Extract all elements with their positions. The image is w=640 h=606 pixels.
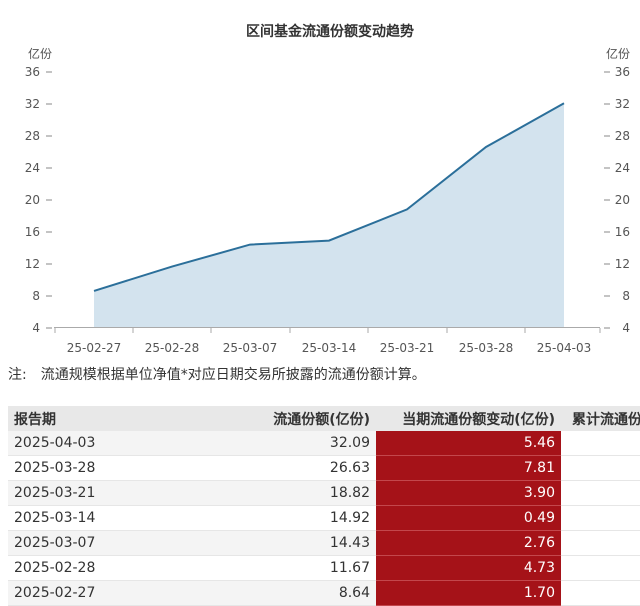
y-tick-label-left: 12: [25, 257, 40, 271]
table-row: 2025-02-28 11.67 4.73: [8, 555, 640, 581]
table-row: 2025-03-14 14.92 0.49: [8, 505, 640, 531]
cell-cumulative: [561, 480, 640, 506]
y-tick-label-left: 32: [25, 97, 40, 111]
table-row: 2025-04-03 32.09 5.46: [8, 431, 640, 456]
area-fill: [94, 103, 564, 328]
y-tick-label-left: 28: [25, 129, 40, 143]
chart-title: 区间基金流通份额变动趋势: [246, 23, 414, 40]
cell-shares: 14.92: [176, 505, 376, 531]
x-tick-label: 25-04-03: [537, 341, 591, 355]
share-table: 报告期 流通份额(亿份) 当期流通份额变动(亿份) 累计流通份 2025-04-…: [8, 406, 640, 606]
cell-change: 3.90: [376, 480, 561, 506]
cell-change: 1.70: [376, 580, 561, 606]
y-tick-label-right: 32: [615, 97, 630, 111]
table-row: 2025-03-28 26.63 7.81: [8, 455, 640, 481]
x-tick-label: 25-02-28: [145, 341, 199, 355]
x-tick-label: 25-03-21: [380, 341, 434, 355]
table-row: 2025-03-21 18.82 3.90: [8, 480, 640, 506]
cell-period: 2025-03-07: [8, 530, 176, 556]
cell-cumulative: [561, 580, 640, 606]
y-tick-label-left: 16: [25, 225, 40, 239]
cell-shares: 14.43: [176, 530, 376, 556]
header-cumulative: 累计流通份: [561, 406, 640, 431]
table-row: 2025-03-07 14.43 2.76: [8, 530, 640, 556]
y-tick-label-right: 20: [615, 193, 630, 207]
cell-period: 2025-03-28: [8, 455, 176, 481]
table-row: 2025-02-27 8.64 1.70: [8, 580, 640, 606]
header-shares: 流通份额(亿份): [176, 406, 376, 431]
x-tick-label: 25-03-14: [302, 341, 356, 355]
y-tick-label-right: 12: [615, 257, 630, 271]
table-header-row: 报告期 流通份额(亿份) 当期流通份额变动(亿份) 累计流通份: [8, 406, 640, 431]
left-axis-unit: 亿份: [28, 46, 52, 61]
cell-change: 7.81: [376, 455, 561, 481]
header-change: 当期流通份额变动(亿份): [376, 406, 561, 431]
header-period: 报告期: [8, 406, 176, 431]
y-tick-label-left: 20: [25, 193, 40, 207]
cell-period: 2025-03-21: [8, 480, 176, 506]
cell-cumulative: [561, 530, 640, 556]
share-trend-chart: 区间基金流通份额变动趋势 亿份 亿份 4 4 8 8 12 12 16 16 20 20 24 24 2…: [25, 23, 630, 355]
y-tick-label-right: 36: [615, 65, 630, 79]
cell-cumulative: [561, 555, 640, 581]
cell-change: 2.76: [376, 530, 561, 556]
cell-change: 5.46: [376, 431, 561, 456]
y-tick-label-right: 24: [615, 161, 630, 175]
cell-cumulative: [561, 455, 640, 481]
cell-period: 2025-02-27: [8, 580, 176, 606]
cell-shares: 11.67: [176, 555, 376, 581]
cell-period: 2025-02-28: [8, 555, 176, 581]
footnote-text: 流通规模根据单位净值*对应日期交易所披露的流通份额计算。: [40, 367, 426, 383]
cell-shares: 8.64: [176, 580, 376, 606]
y-tick-label-left: 8: [32, 289, 40, 303]
cell-shares: 32.09: [176, 431, 376, 456]
y-tick-label-right: 16: [615, 225, 630, 239]
x-tick-label: 25-03-07: [223, 341, 277, 355]
y-tick-label-right: 4: [622, 321, 630, 335]
cell-cumulative: [561, 505, 640, 531]
footnote-label: 注:: [8, 367, 27, 383]
y-tick-label-right: 8: [622, 289, 630, 303]
y-tick-label-right: 28: [615, 129, 630, 143]
cell-cumulative: [561, 431, 640, 456]
footnote: 注: 流通规模根据单位净值*对应日期交易所披露的流通份额计算。: [8, 364, 426, 384]
y-tick-label-left: 36: [25, 65, 40, 79]
cell-shares: 26.63: [176, 455, 376, 481]
right-axis-unit: 亿份: [606, 46, 630, 61]
y-tick-label-left: 4: [32, 321, 40, 335]
cell-shares: 18.82: [176, 480, 376, 506]
cell-period: 2025-04-03: [8, 431, 176, 456]
cell-change: 0.49: [376, 505, 561, 531]
cell-change: 4.73: [376, 555, 561, 581]
y-tick-label-left: 24: [25, 161, 40, 175]
x-tick-label: 25-02-27: [67, 341, 121, 355]
cell-period: 2025-03-14: [8, 505, 176, 531]
x-tick-label: 25-03-28: [459, 341, 513, 355]
